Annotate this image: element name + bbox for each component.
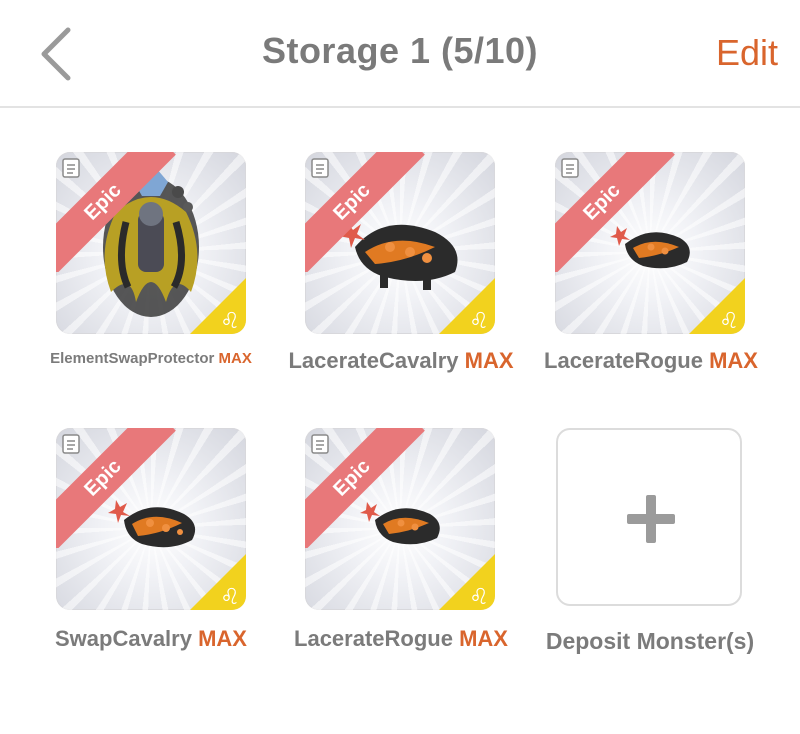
monster-card[interactable]: Epic ♌ bbox=[555, 152, 745, 334]
header-bar: Storage 1 (5/10) Edit bbox=[0, 0, 800, 108]
plus-icon bbox=[627, 495, 675, 543]
document-icon bbox=[311, 434, 329, 454]
svg-text:♌: ♌ bbox=[220, 309, 240, 334]
leo-icon: ♌ bbox=[190, 278, 246, 334]
svg-text:♌: ♌ bbox=[719, 309, 739, 334]
deposit-monster-button[interactable] bbox=[556, 428, 742, 606]
document-icon bbox=[311, 158, 329, 178]
edit-button[interactable]: Edit bbox=[716, 32, 778, 74]
document-icon bbox=[62, 158, 80, 178]
svg-text:♌: ♌ bbox=[469, 309, 489, 334]
monster-card[interactable]: Epic ♌ bbox=[305, 152, 495, 334]
monster-label: ElementSwapProtector MAX bbox=[50, 350, 252, 367]
monster-card[interactable]: Epic ♌ bbox=[56, 152, 246, 334]
leo-icon: ♌ bbox=[439, 278, 495, 334]
leo-icon: ♌ bbox=[689, 278, 745, 334]
svg-text:♌: ♌ bbox=[469, 585, 489, 610]
leo-icon: ♌ bbox=[439, 554, 495, 610]
leo-icon: ♌ bbox=[190, 554, 246, 610]
monster-card[interactable]: Epic ♌ bbox=[305, 428, 495, 610]
deposit-label: Deposit Monster(s) bbox=[545, 628, 755, 654]
monster-label: SwapCavalry MAX bbox=[55, 626, 247, 651]
page-title: Storage 1 (5/10) bbox=[261, 30, 539, 71]
document-icon bbox=[62, 434, 80, 454]
monster-label: LacerateCavalry MAX bbox=[288, 348, 514, 373]
svg-text:♌: ♌ bbox=[220, 585, 240, 610]
monster-label: LacerateRogue MAX bbox=[294, 626, 508, 651]
monster-card[interactable]: Epic ♌ bbox=[56, 428, 246, 610]
document-icon bbox=[561, 158, 579, 178]
monster-label: LacerateRogue MAX bbox=[544, 348, 758, 373]
